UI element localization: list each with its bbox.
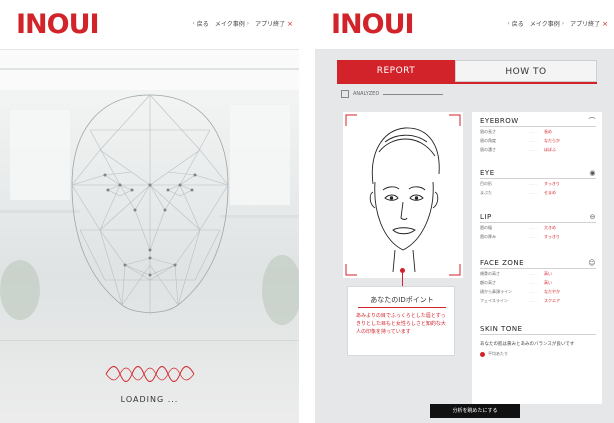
- examples-label: メイク事例: [214, 21, 245, 28]
- id-point-text: あみよりの目でふっくらとした唇とすっきりとした目もと女性らしさと知的な大人の印象…: [356, 313, 446, 335]
- exit-label: アプリ終了: [255, 21, 286, 28]
- section-title: EYE: [480, 169, 495, 177]
- report-row: 唇の厚み…… すっきり: [480, 233, 560, 240]
- section-title: LIP: [480, 213, 492, 221]
- back-link[interactable]: ‹ 戻る: [192, 19, 208, 28]
- report-row: 顔から鼻頭ライン…… なだやか: [480, 288, 560, 295]
- top-bar: INOUI ‹ 戻る メイク事例 › アプリ終了 ×: [0, 0, 299, 50]
- analyzed-bar: [383, 93, 444, 95]
- loading-wave-icon: [105, 366, 195, 382]
- analysis-report-panel: EYEBROW ⌒ 眉の長さ…… 長め 眉の角度…… なだらか 眉の濃さ…… ほぼふ …: [472, 112, 602, 404]
- app-logo: INOUI: [16, 9, 100, 40]
- section-skin-tone: SKIN TONE あなたの肌は黄みとあみのバランスが良いです 平均あたり: [480, 324, 596, 357]
- section-title: SKIN TONE: [480, 325, 523, 333]
- back-link[interactable]: ‹ 戻る: [507, 19, 523, 28]
- close-icon: ×: [287, 19, 293, 28]
- app-logo: INOUI: [331, 9, 415, 40]
- report-row: まぶた…… せまめ: [480, 189, 556, 196]
- exit-app-link[interactable]: アプリ終了 ×: [570, 19, 608, 29]
- eye-icon: ◉: [589, 169, 596, 177]
- id-point-divider: [358, 307, 446, 308]
- chevron-right-icon: ›: [561, 20, 565, 27]
- skin-tone-legend-label: 平均あたり: [488, 351, 508, 356]
- examples-link[interactable]: メイク事例 ›: [215, 19, 249, 28]
- analyzed-label: ANALYZED: [353, 91, 380, 97]
- close-icon: ×: [602, 19, 608, 28]
- eyebrow-icon: ⌒: [588, 117, 596, 125]
- report-row: 額の高さ…… 高い: [480, 279, 552, 286]
- back-label: 戻る: [196, 21, 209, 28]
- tab-underline: [337, 82, 597, 84]
- chevron-right-icon: ›: [246, 20, 250, 27]
- face-mesh-illustration: [71, 94, 229, 315]
- analyze-icon: [341, 90, 349, 98]
- exit-app-link[interactable]: アプリ終了 ×: [255, 19, 293, 29]
- report-screen: INOUI ‹ 戻る メイク事例 › アプリ終了 × REPORT HOW TO…: [315, 0, 614, 423]
- section-eye: EYE ◉ 目の形…… すっきり まぶた…… せまめ: [480, 168, 596, 197]
- swatch-icon: [480, 351, 485, 357]
- examples-link[interactable]: メイク事例 ›: [530, 19, 564, 28]
- loading-screen: INOUI ‹ 戻る メイク事例 › アプリ終了 × LOADING ...: [0, 0, 299, 423]
- exit-label: アプリ終了: [570, 21, 601, 28]
- examples-label: メイク事例: [529, 21, 560, 28]
- loading-status: LOADING ...: [120, 395, 179, 404]
- section-face-zone: FACE ZONE ☺ 頬骨の高さ…… 高い 額の高さ…… 高い 顔から鼻頭ライン……: [480, 258, 596, 305]
- report-row: 眉の長さ…… 長め: [480, 128, 552, 135]
- report-row: 目の形…… すっきり: [480, 180, 560, 187]
- portrait-panel: [343, 112, 463, 278]
- report-row: フェイスライン…… スクエア: [480, 297, 560, 304]
- section-title: FACE ZONE: [480, 259, 525, 267]
- report-tabs: REPORT HOW TO: [337, 60, 597, 82]
- id-point-box: あなたのIDポイント あみよりの目でふっくらとした唇とすっきりとした目もと女性ら…: [347, 286, 455, 356]
- top-bar: INOUI ‹ 戻る メイク事例 › アプリ終了 ×: [315, 0, 614, 50]
- section-eyebrow: EYEBROW ⌒ 眉の長さ…… 長め 眉の角度…… なだらか 眉の濃さ…… ほぼふ: [480, 116, 596, 154]
- cta-button[interactable]: 分析を眺めたにする: [430, 404, 520, 418]
- report-row: 頬骨の高さ…… 高い: [480, 270, 552, 277]
- report-row: 眉の濃さ…… ほぼふ: [480, 146, 556, 153]
- report-row: 眉の角度…… なだらか: [480, 137, 560, 144]
- analyzed-indicator: ANALYZED: [341, 90, 444, 98]
- chevron-right-icon: ‹: [507, 20, 510, 27]
- skin-tone-text: あなたの肌は黄みとあみのバランスが良いです: [480, 342, 575, 347]
- chevron-right-icon: ‹: [192, 20, 195, 27]
- back-label: 戻る: [511, 21, 524, 28]
- section-lip: LIP ⊖ 唇の幅…… 大きめ 唇の厚み…… すっきり: [480, 212, 596, 241]
- top-nav: ‹ 戻る メイク事例 › アプリ終了 ×: [507, 19, 608, 29]
- face-icon: ☺: [588, 259, 596, 267]
- id-point-title: あなたのIDポイント: [370, 296, 434, 304]
- report-row: 唇の幅…… 大きめ: [480, 224, 556, 231]
- tab-how-to[interactable]: HOW TO: [455, 60, 597, 82]
- connector-line: [402, 270, 403, 286]
- section-title: EYEBROW: [480, 117, 519, 125]
- face-portrait-illustration: [345, 114, 461, 276]
- lip-icon: ⊖: [589, 213, 596, 221]
- skin-tone-legend: 平均あたり: [480, 351, 596, 357]
- top-nav: ‹ 戻る メイク事例 › アプリ終了 ×: [192, 19, 293, 29]
- tab-report[interactable]: REPORT: [337, 60, 455, 82]
